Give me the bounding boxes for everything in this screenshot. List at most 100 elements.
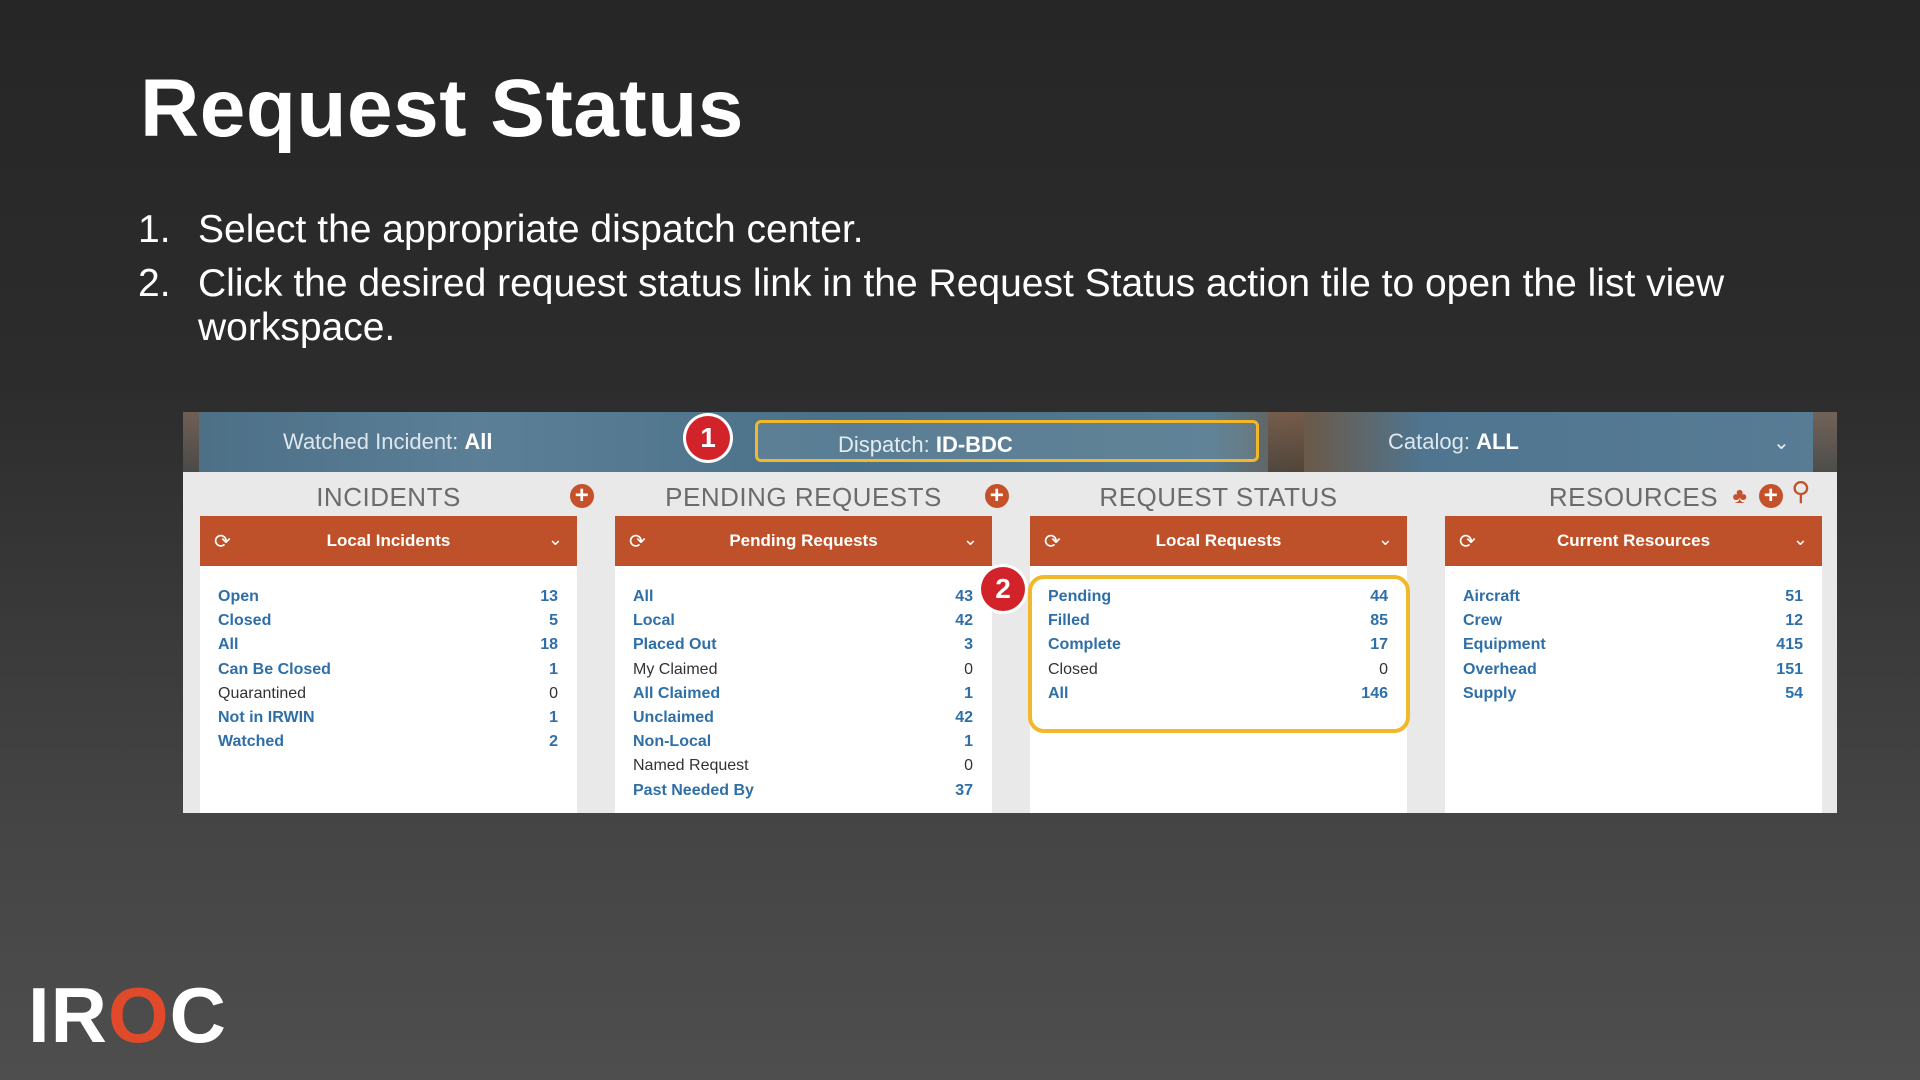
list-item[interactable]: Non-Local 1 [633,733,973,757]
list-item-label[interactable]: Overhead [1463,661,1537,685]
add-icon[interactable]: + [985,484,1009,508]
status-tile-bar: ⟳ Local Requests ⌄ [1030,516,1407,566]
list-item-label[interactable]: Watched [218,733,284,757]
list-item: My Claimed 0 [633,661,973,685]
status-filter-label: Local Requests [1155,531,1282,550]
list-item-label[interactable]: Past Needed By [633,782,754,806]
list-item-count: 1 [549,660,558,678]
background-image-strip [183,412,199,472]
background-image-strip [1268,412,1304,472]
list-item-count: 13 [540,588,558,605]
list-item-label[interactable]: Aircraft [1463,588,1520,612]
list-item-label: My Claimed [633,660,718,678]
list-item-label: Named Request [633,757,749,775]
background-image-strip [1813,412,1837,472]
list-item[interactable]: Unclaimed 42 [633,709,973,733]
list-item-count: 0 [549,684,558,702]
list-item-count: 42 [955,612,973,630]
list-item[interactable]: Past Needed By 37 [633,782,973,806]
list-item-count: 42 [955,708,973,726]
list-item[interactable]: All Claimed 1 [633,685,973,709]
list-item-label[interactable]: All [633,588,653,612]
chevron-down-icon[interactable]: ⌄ [963,529,978,550]
pending-heading: PENDING REQUESTS + [615,480,1009,514]
list-item-label[interactable]: Crew [1463,612,1502,636]
list-item-count: 43 [955,588,973,605]
list-item-label[interactable]: Closed [218,612,271,636]
list-item[interactable]: Supply 54 [1463,685,1803,709]
callout-marker-2: 2 [981,567,1025,611]
logo-text-prefix: IR [28,971,108,1059]
list-item-label[interactable]: Can Be Closed [218,661,331,685]
step-number: 1. [138,208,171,251]
list-item-count: 3 [964,636,973,654]
list-item: Quarantined 0 [218,685,558,709]
list-item-label[interactable]: Local [633,612,675,636]
pending-title: PENDING REQUESTS [665,482,942,512]
status-title: REQUEST STATUS [1099,482,1338,512]
incidents-heading: INCIDENTS + [200,480,594,514]
list-item-label[interactable]: Placed Out [633,636,717,660]
request-status-highlight [1028,575,1410,733]
catalog-value: ALL [1476,429,1519,454]
list-item-label[interactable]: Unclaimed [633,709,714,733]
resources-filter-label: Current Resources [1556,531,1711,550]
watched-incident-value: All [464,429,493,454]
incidents-tile: ⟳ Local Incidents ⌄ Open 13 Closed 5 All 18… [200,516,577,813]
list-item-label[interactable]: Not in IRWIN [218,709,315,733]
list-item-label[interactable]: Equipment [1463,636,1546,660]
list-item[interactable]: Equipment 415 [1463,636,1803,660]
list-item[interactable]: Overhead 151 [1463,661,1803,685]
pending-list: All 43 Local 42 Placed Out 3 My Claimed 0 Al… [633,588,973,806]
list-item[interactable]: Crew 12 [1463,612,1803,636]
list-item-count: 2 [549,733,558,751]
list-item-count: 1 [549,708,558,726]
list-item[interactable]: All 43 [633,588,973,612]
list-item[interactable]: Watched 2 [218,733,558,757]
list-item[interactable]: Aircraft 51 [1463,588,1803,612]
list-item[interactable]: Open 13 [218,588,558,612]
incidents-tile-bar: ⟳ Local Incidents ⌄ [200,516,577,566]
watched-incident-selector[interactable]: Watched Incident: All [283,429,493,455]
list-item-count: 51 [1785,588,1803,605]
chevron-down-icon[interactable]: ⌄ [1378,529,1393,550]
incidents-list: Open 13 Closed 5 All 18 Can Be Closed 1 Quar… [218,588,558,757]
catalog-label: Catalog: [1388,429,1477,454]
list-item-count: 151 [1776,660,1803,678]
dispatch-value: ID-BDC [935,432,1013,457]
list-item[interactable]: Placed Out 3 [633,636,973,660]
list-item-count: 0 [964,757,973,775]
list-item: Named Request 0 [633,757,973,781]
hierarchy-icon[interactable]: ♣ [1728,484,1752,508]
search-icon[interactable]: ⚲ [1789,478,1813,504]
list-item-count: 415 [1776,636,1803,654]
list-item-count: 12 [1785,612,1803,630]
context-bar: Watched Incident: All Dispatch: ID-BDC C… [183,412,1837,472]
chevron-down-icon[interactable]: ⌄ [548,529,563,550]
catalog-selector[interactable]: Catalog: ALL [1388,429,1519,455]
pending-requests-tile: ⟳ Pending Requests ⌄ All 43 Local 42 Place… [615,516,992,813]
list-item[interactable]: Local 42 [633,612,973,636]
resources-list: Aircraft 51 Crew 12 Equipment 415 Overhead 1… [1463,588,1803,709]
list-item-label[interactable]: All Claimed [633,685,720,709]
list-item-label[interactable]: Non-Local [633,733,711,757]
list-item[interactable]: Closed 5 [218,612,558,636]
steps-list: 1. Select the appropriate dispatch cente… [138,208,1798,360]
list-item[interactable]: All 18 [218,636,558,660]
chevron-down-icon[interactable]: ⌄ [1793,529,1808,550]
add-icon[interactable]: + [1759,484,1783,508]
incidents-filter-label: Local Incidents [326,531,451,550]
list-item-label[interactable]: Supply [1463,685,1516,709]
list-item[interactable]: Not in IRWIN 1 [218,709,558,733]
callout-marker-1: 1 [686,416,730,460]
status-heading: REQUEST STATUS [1030,480,1407,514]
list-item-label[interactable]: Open [218,588,259,612]
list-item-count: 18 [540,636,558,654]
list-item-label[interactable]: All [218,636,238,660]
list-item[interactable]: Can Be Closed 1 [218,661,558,685]
dispatch-selector[interactable]: Dispatch: ID-BDC [755,420,1259,462]
add-icon[interactable]: + [570,484,594,508]
slide-title: Request Status [140,63,744,154]
chevron-down-icon[interactable]: ⌄ [1773,430,1790,455]
list-item-count: 54 [1785,684,1803,702]
